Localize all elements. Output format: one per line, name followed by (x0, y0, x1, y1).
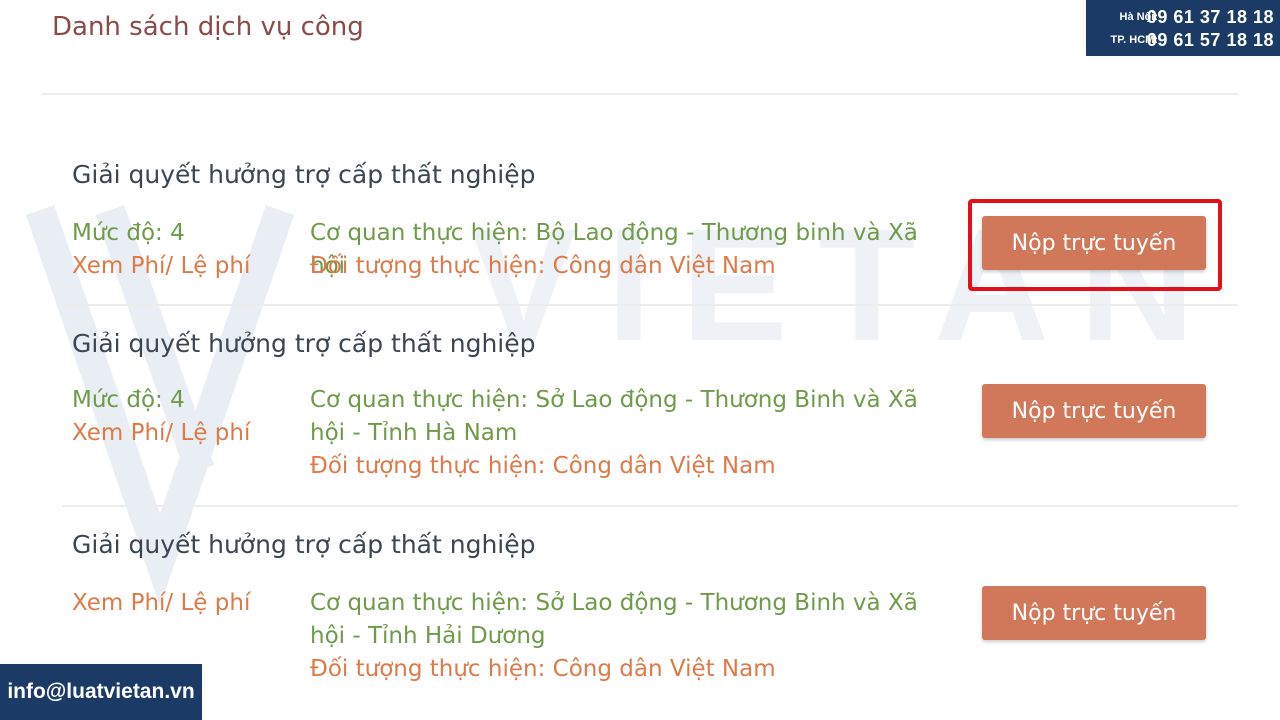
service-title: Giải quyết hưởng trợ cấp thất nghiệp (72, 329, 536, 358)
hanoi-contact: Hà Nội: 09 61 37 18 18 (1086, 6, 1280, 30)
service-title: Giải quyết hưởng trợ cấp thất nghiệp (72, 530, 536, 559)
submit-online-button[interactable]: Nộp trực tuyến (982, 586, 1206, 640)
hcm-phone[interactable]: 09 61 57 18 18 (1147, 30, 1274, 51)
submit-online-button[interactable]: Nộp trực tuyến (982, 384, 1206, 438)
fee-link[interactable]: Xem Phí/ Lệ phí (72, 250, 250, 283)
fee-link[interactable]: Xem Phí/ Lệ phí (72, 417, 250, 450)
contact-phone-box: Hà Nội: 09 61 37 18 18 TP. HCM: 09 61 57… (1086, 0, 1280, 56)
service-title: Giải quyết hưởng trợ cấp thất nghiệp (72, 160, 536, 189)
service-subject: Đối tượng thực hiện: Công dân Việt Nam (310, 453, 776, 479)
service-level: Mức độ: 4 (72, 220, 185, 246)
highlight-box (968, 199, 1222, 291)
contact-email[interactable]: info@luatvietan.vn (0, 664, 202, 720)
hcm-contact: TP. HCM: 09 61 57 18 18 (1086, 29, 1280, 53)
hanoi-phone[interactable]: 09 61 37 18 18 (1147, 7, 1274, 28)
fee-link[interactable]: Xem Phí/ Lệ phí (72, 587, 250, 620)
service-subject: Đối tượng thực hiện: Công dân Việt Nam (310, 253, 776, 279)
page-title: Danh sách dịch vụ công (52, 12, 364, 42)
service-level: Mức độ: 4 (72, 387, 185, 413)
row-divider (62, 505, 1238, 507)
header-divider (42, 93, 1238, 95)
row-divider (62, 304, 1238, 306)
service-agency: Cơ quan thực hiện: Sở Lao động - Thương … (310, 387, 918, 446)
service-subject: Đối tượng thực hiện: Công dân Việt Nam (310, 656, 776, 682)
service-agency: Cơ quan thực hiện: Sở Lao động - Thương … (310, 590, 918, 649)
